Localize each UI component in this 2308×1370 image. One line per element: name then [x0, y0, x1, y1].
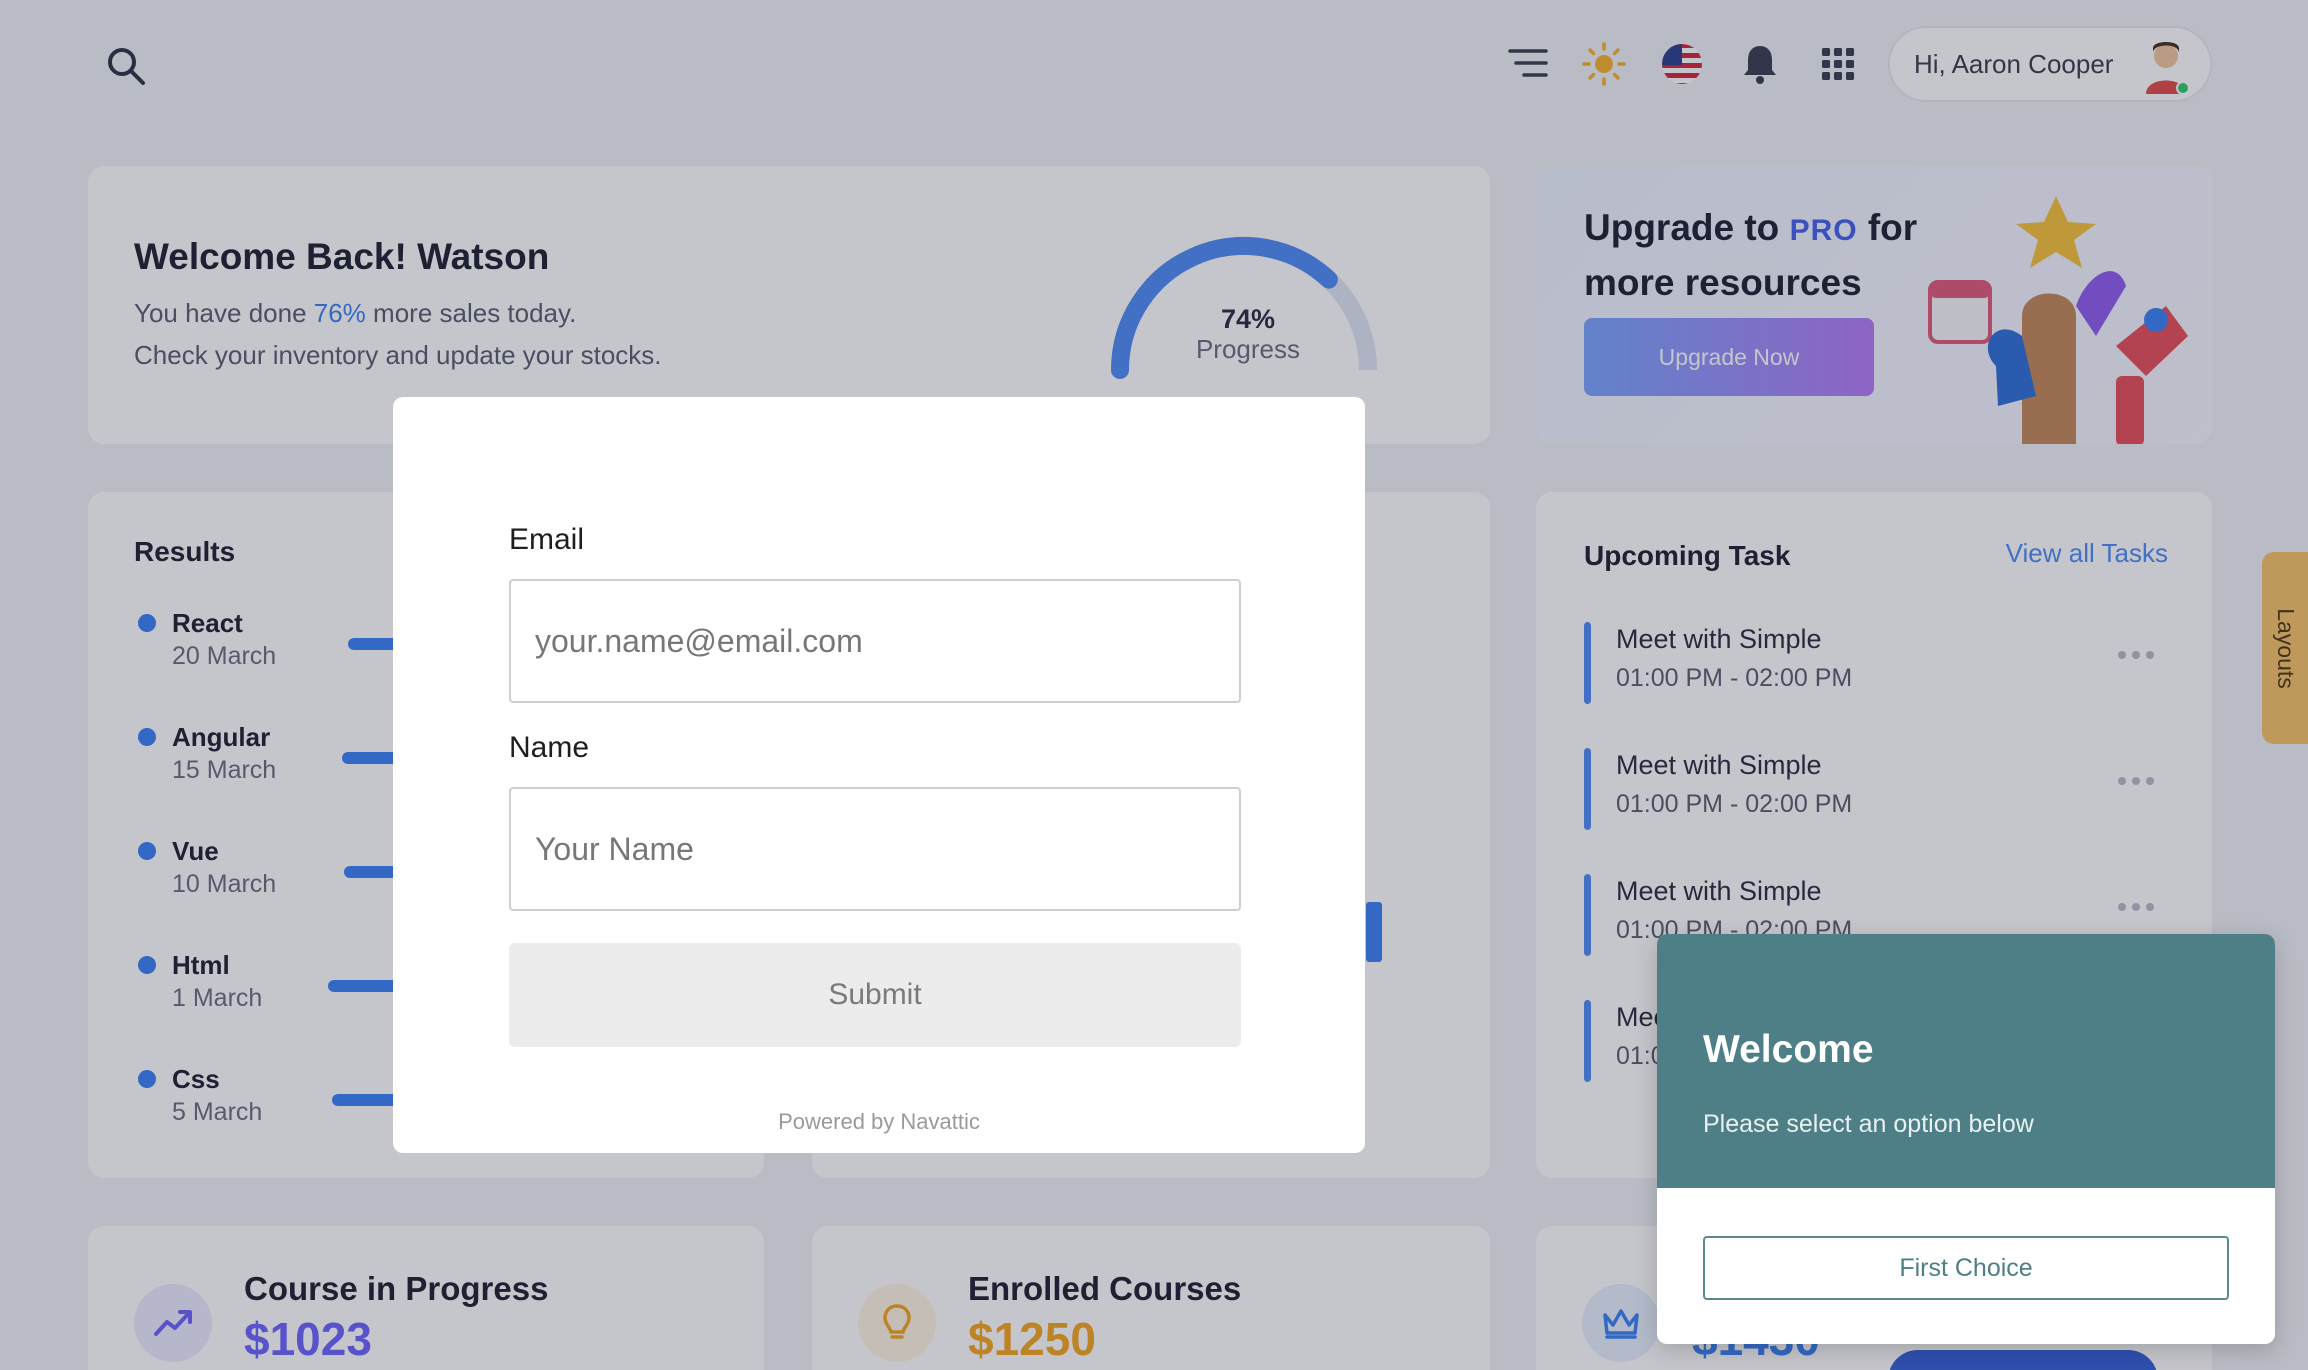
welcome-panel-title: Welcome	[1703, 1028, 1874, 1071]
name-field[interactable]	[509, 787, 1241, 911]
welcome-panel-subtitle: Please select an option below	[1703, 1110, 2034, 1138]
welcome-panel-header: Welcome Please select an option below	[1657, 934, 2275, 1188]
name-label: Name	[509, 731, 590, 764]
email-field[interactable]	[509, 579, 1241, 703]
submit-button[interactable]: Submit	[509, 943, 1241, 1047]
lead-form-modal: Email Name Submit Powered by Navattic	[393, 397, 1365, 1153]
email-label: Email	[509, 523, 585, 556]
powered-by-label: Powered by Navattic	[778, 1109, 980, 1134]
first-choice-button[interactable]: First Choice	[1703, 1236, 2229, 1300]
welcome-chat-panel: Welcome Please select an option below Fi…	[1657, 934, 2275, 1344]
dashboard-page: Hi, Aaron Cooper Welcome Back! Watson Yo…	[0, 0, 2308, 1370]
